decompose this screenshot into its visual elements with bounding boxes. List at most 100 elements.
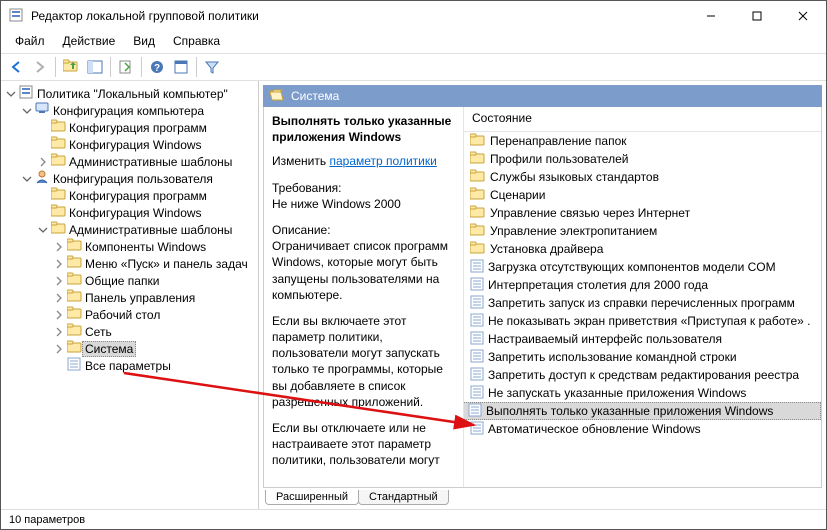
tree-item[interactable]: Административные шаблоны bbox=[37, 153, 258, 170]
list-item-label: Не показывать экран приветствия «Приступ… bbox=[488, 314, 811, 328]
list-item-label: Запретить использование командной строки bbox=[488, 350, 737, 364]
menu-help[interactable]: Справка bbox=[165, 32, 228, 50]
list-item-folder[interactable]: Перенаправление папок bbox=[464, 132, 821, 150]
list-item-folder[interactable]: Управление связью через Интернет bbox=[464, 204, 821, 222]
list-item-folder[interactable]: Сценарии bbox=[464, 186, 821, 204]
tab-extended[interactable]: Расширенный bbox=[265, 490, 359, 505]
expander-icon[interactable] bbox=[5, 88, 17, 100]
setting-icon bbox=[470, 367, 484, 384]
titlebar: Редактор локальной групповой политики bbox=[1, 1, 826, 31]
show-hide-tree-button[interactable] bbox=[84, 56, 106, 78]
list-item-folder[interactable]: Службы языковых стандартов bbox=[464, 168, 821, 186]
list-item-setting[interactable]: Автоматическое обновление Windows bbox=[464, 420, 821, 438]
tree-item[interactable]: Конфигурация программ bbox=[37, 187, 258, 204]
list-item-setting[interactable]: Не запускать указанные приложения Window… bbox=[464, 384, 821, 402]
detail-title: Выполнять только указанные приложения Wi… bbox=[272, 113, 455, 145]
back-button[interactable] bbox=[5, 56, 27, 78]
list-item-folder[interactable]: Управление электропитанием bbox=[464, 222, 821, 240]
tree-label: Административные шаблоны bbox=[69, 155, 232, 169]
content-title: Система bbox=[291, 89, 339, 103]
folder-icon bbox=[470, 241, 486, 258]
expander-icon[interactable] bbox=[37, 156, 49, 168]
up-button[interactable] bbox=[60, 56, 82, 78]
tree-item[interactable]: Меню «Пуск» и панель задач bbox=[53, 255, 258, 272]
menu-action[interactable]: Действие bbox=[55, 32, 124, 50]
list-item-setting[interactable]: Запретить использование командной строки bbox=[464, 348, 821, 366]
list-item-setting[interactable]: Запретить запуск из справки перечисленны… bbox=[464, 294, 821, 312]
folder-icon bbox=[470, 187, 486, 204]
edit-policy-link[interactable]: параметр политики bbox=[329, 154, 436, 168]
expander-icon[interactable] bbox=[53, 275, 65, 287]
tree-item[interactable]: Сеть bbox=[53, 323, 258, 340]
expander-icon[interactable] bbox=[53, 343, 65, 355]
tree-label: Рабочий стол bbox=[85, 308, 160, 322]
setting-icon bbox=[470, 331, 484, 348]
expander-icon[interactable] bbox=[37, 224, 49, 236]
list-item-label: Установка драйвера bbox=[490, 242, 603, 256]
tree-root[interactable]: Политика "Локальный компьютер" bbox=[5, 85, 258, 102]
tree-item[interactable]: Панель управления bbox=[53, 289, 258, 306]
list-item-label: Сценарии bbox=[490, 188, 545, 202]
maximize-button[interactable] bbox=[734, 1, 780, 31]
tree-item[interactable]: Компоненты Windows bbox=[53, 238, 258, 255]
list-item-setting[interactable]: Загрузка отсутствующих компонентов модел… bbox=[464, 258, 821, 276]
minimize-button[interactable] bbox=[688, 1, 734, 31]
list-item-label: Не запускать указанные приложения Window… bbox=[488, 386, 746, 400]
setting-icon bbox=[470, 313, 484, 330]
list-column-header[interactable]: Состояние bbox=[464, 107, 821, 132]
close-button[interactable] bbox=[780, 1, 826, 31]
tree-item[interactable]: Рабочий стол bbox=[53, 306, 258, 323]
tree-item-system[interactable]: Система bbox=[53, 340, 258, 357]
list-body[interactable]: Перенаправление папокПрофили пользовател… bbox=[464, 132, 821, 487]
filter-button[interactable] bbox=[201, 56, 223, 78]
tab-standard[interactable]: Стандартный bbox=[358, 490, 449, 505]
list-item-label: Управление электропитанием bbox=[490, 224, 657, 238]
list-item-setting[interactable]: Выполнять только указанные приложения Wi… bbox=[464, 402, 821, 420]
list-item-setting[interactable]: Настраиваемый интерфейс пользователя bbox=[464, 330, 821, 348]
list-item-label: Интерпретация столетия для 2000 года bbox=[488, 278, 708, 292]
menu-view[interactable]: Вид bbox=[125, 32, 163, 50]
setting-icon bbox=[468, 403, 482, 420]
tree-pane[interactable]: Политика "Локальный компьютер" Конфигура… bbox=[1, 81, 259, 509]
content-header: Система bbox=[263, 85, 822, 107]
folder-icon bbox=[51, 204, 67, 221]
tree-item[interactable]: Конфигурация Windows bbox=[37, 204, 258, 221]
expander-icon[interactable] bbox=[53, 309, 65, 321]
tree-item[interactable]: Конфигурация программ bbox=[37, 119, 258, 136]
folder-icon bbox=[51, 187, 67, 204]
expander-icon[interactable] bbox=[53, 326, 65, 338]
forward-button[interactable] bbox=[29, 56, 51, 78]
tree-item-admin-templates[interactable]: Административные шаблоны bbox=[37, 221, 258, 238]
spacer bbox=[37, 207, 49, 219]
setting-icon bbox=[470, 385, 484, 402]
list-item-setting[interactable]: Не показывать экран приветствия «Приступ… bbox=[464, 312, 821, 330]
expander-icon[interactable] bbox=[53, 292, 65, 304]
content-pane: Система Выполнять только указанные прило… bbox=[259, 81, 826, 509]
list-item-folder[interactable]: Установка драйвера bbox=[464, 240, 821, 258]
expander-icon[interactable] bbox=[53, 241, 65, 253]
setting-icon bbox=[470, 295, 484, 312]
expander-icon[interactable] bbox=[53, 258, 65, 270]
list-item-setting[interactable]: Интерпретация столетия для 2000 года bbox=[464, 276, 821, 294]
properties-button[interactable] bbox=[170, 56, 192, 78]
list-item-folder[interactable]: Профили пользователей bbox=[464, 150, 821, 168]
tree-label: Компоненты Windows bbox=[85, 240, 206, 254]
svg-text:?: ? bbox=[154, 63, 160, 74]
folder-icon bbox=[51, 119, 67, 136]
expander-icon[interactable] bbox=[21, 105, 33, 117]
setting-icon bbox=[470, 421, 484, 438]
expander-icon[interactable] bbox=[21, 173, 33, 185]
description-para-2: Если вы включаете этот параметр политики… bbox=[272, 313, 455, 410]
requirements-value: Не ниже Windows 2000 bbox=[272, 196, 455, 212]
help-button[interactable]: ? bbox=[146, 56, 168, 78]
export-button[interactable] bbox=[115, 56, 137, 78]
tree-label: Конфигурация пользователя bbox=[53, 172, 213, 186]
tree-item[interactable]: Общие папки bbox=[53, 272, 258, 289]
tree-item-all-settings[interactable]: Все параметры bbox=[53, 357, 258, 374]
tree-item[interactable]: Конфигурация Windows bbox=[37, 136, 258, 153]
tree-computer-config[interactable]: Конфигурация компьютера bbox=[21, 102, 258, 119]
menu-file[interactable]: Файл bbox=[7, 32, 53, 50]
separator bbox=[110, 57, 111, 77]
list-item-setting[interactable]: Запретить доступ к средствам редактирова… bbox=[464, 366, 821, 384]
tree-user-config[interactable]: Конфигурация пользователя bbox=[21, 170, 258, 187]
